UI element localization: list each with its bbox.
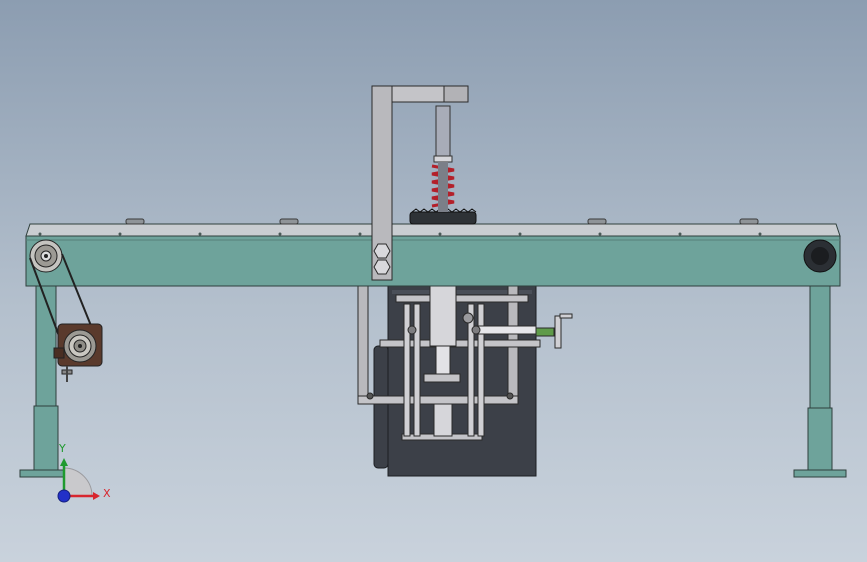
cad-viewport[interactable]: X Y <box>0 0 867 562</box>
right-roller <box>803 239 837 273</box>
drive-pulley <box>29 239 63 273</box>
spring <box>431 105 455 212</box>
right-leg <box>793 285 847 478</box>
y-axis-label: Y <box>59 442 66 455</box>
x-axis-label: X <box>103 487 111 500</box>
coordinate-triad <box>57 458 100 503</box>
model-drawing[interactable] <box>0 0 867 562</box>
conveyor-beam <box>25 218 841 287</box>
drive-motor <box>53 323 103 382</box>
handwheel <box>535 313 573 349</box>
